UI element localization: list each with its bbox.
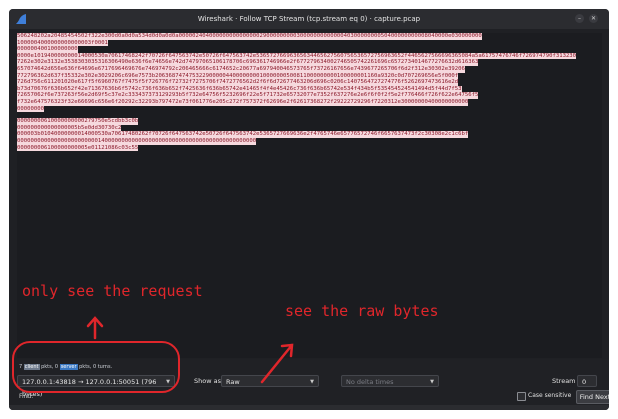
arrow-diagonal-icon [260, 343, 294, 384]
arrow-up-icon [86, 316, 104, 340]
annotation-circle [12, 341, 180, 393]
